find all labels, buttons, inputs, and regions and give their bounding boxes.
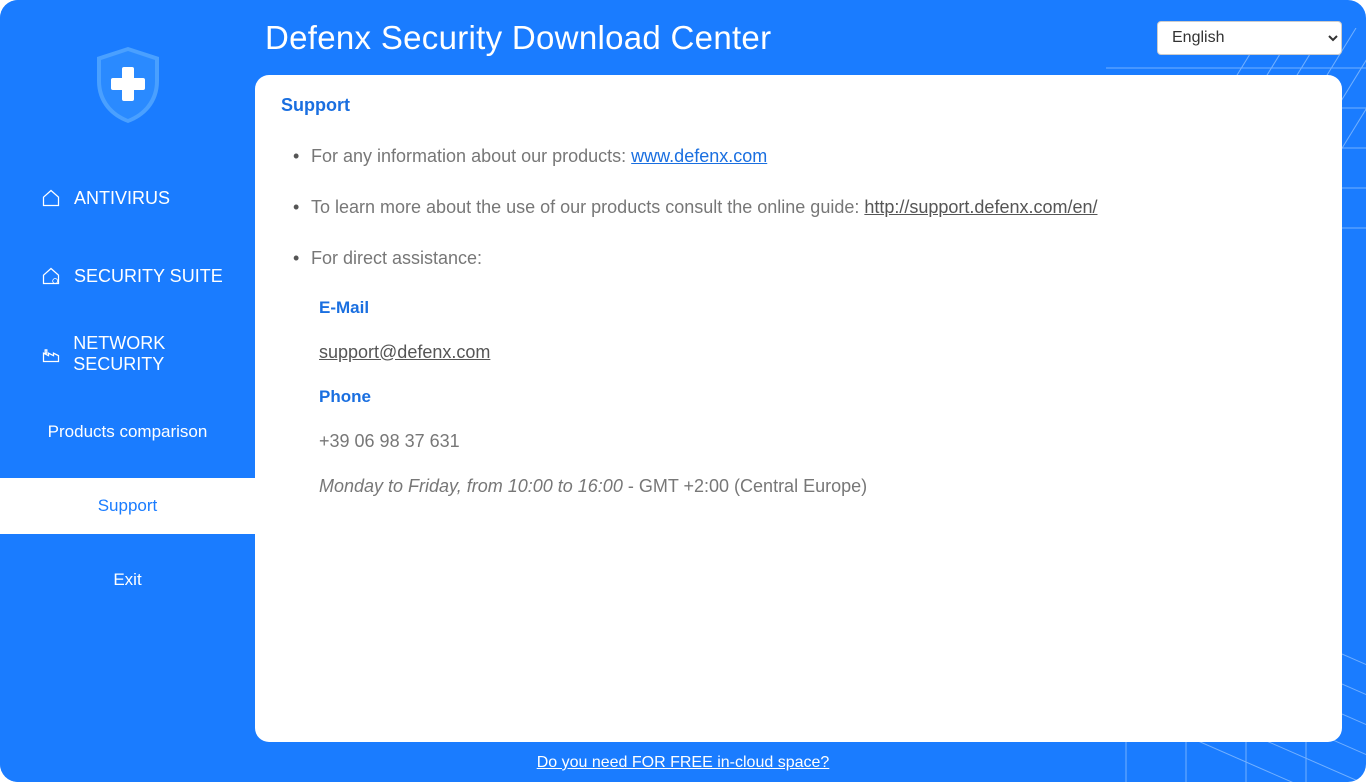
footer-promo: Do you need FOR FREE in-cloud space? [0, 754, 1366, 772]
phone-heading: Phone [319, 387, 1316, 407]
app-window: ANTIVIRUS SECURITY SUITE NETWORK SECURIT… [0, 0, 1366, 782]
nav-list: ANTIVIRUS SECURITY SUITE NETWORK SECURIT… [0, 170, 255, 608]
house-icon [40, 187, 62, 209]
link-support-guide[interactable]: http://support.defenx.com/en/ [864, 197, 1097, 217]
phone-hours-rest: - GMT +2:00 (Central Europe) [623, 476, 867, 496]
page-title: Defenx Security Download Center [265, 19, 771, 57]
sidebar-item-support[interactable]: Support [0, 478, 255, 534]
email-heading: E-Mail [319, 298, 1316, 318]
bullet-assistance: For direct assistance: [311, 246, 1316, 271]
bullet-text: For direct assistance: [311, 248, 482, 268]
support-heading: Support [281, 95, 1316, 116]
sidebar-item-products-comparison[interactable]: Products comparison [0, 404, 255, 460]
support-bullets: For any information about our products: … [281, 144, 1316, 272]
phone-hours-italic: Monday to Friday, from 10:00 to 16:00 [319, 476, 623, 496]
content-panel: Support For any information about our pr… [255, 75, 1342, 742]
house-shield-icon [40, 265, 62, 287]
link-defenx-site[interactable]: www.defenx.com [631, 146, 767, 166]
sidebar-item-network-security[interactable]: NETWORK SECURITY [0, 326, 255, 382]
phone-hours: Monday to Friday, from 10:00 to 16:00 - … [319, 476, 1316, 497]
factory-icon [40, 343, 61, 365]
sidebar-item-antivirus[interactable]: ANTIVIRUS [0, 170, 255, 226]
sidebar-item-security-suite[interactable]: SECURITY SUITE [0, 248, 255, 304]
language-selector[interactable]: English [1157, 21, 1342, 55]
logo [0, 0, 255, 170]
phone-number: +39 06 98 37 631 [319, 431, 1316, 452]
sidebar-item-label: Products comparison [48, 422, 208, 442]
sidebar-item-label: Exit [113, 570, 141, 590]
sidebar-item-label: Support [98, 496, 158, 516]
sidebar-item-label: NETWORK SECURITY [73, 333, 255, 375]
bullet-text: To learn more about the use of our produ… [311, 197, 864, 217]
sidebar-item-exit[interactable]: Exit [0, 552, 255, 608]
phone-section: Phone +39 06 98 37 631 Monday to Friday,… [281, 387, 1316, 497]
email-section: E-Mail support@defenx.com [281, 298, 1316, 363]
header: Defenx Security Download Center English [255, 0, 1366, 75]
sidebar-item-label: SECURITY SUITE [74, 266, 223, 287]
shield-plus-icon [93, 45, 163, 125]
footer-promo-link[interactable]: Do you need FOR FREE in-cloud space? [537, 754, 830, 771]
sidebar: ANTIVIRUS SECURITY SUITE NETWORK SECURIT… [0, 0, 255, 782]
bullet-guide: To learn more about the use of our produ… [311, 195, 1316, 220]
sidebar-item-label: ANTIVIRUS [74, 188, 170, 209]
bullet-text: For any information about our products: [311, 146, 631, 166]
bullet-info: For any information about our products: … [311, 144, 1316, 169]
email-address-link[interactable]: support@defenx.com [319, 342, 490, 362]
